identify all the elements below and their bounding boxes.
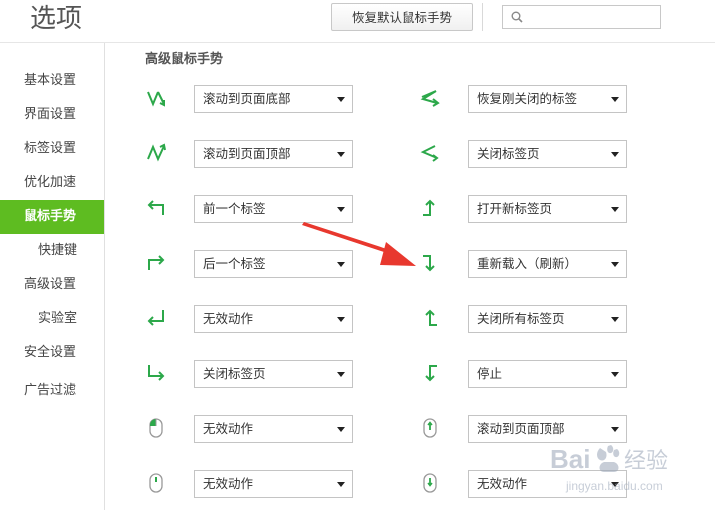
select-value: 打开新标签页	[477, 201, 553, 216]
header-bar: 选项 恢复默认鼠标手势	[0, 0, 715, 43]
sidebar-item-ad-filter[interactable]: 广告过滤	[0, 374, 104, 408]
select-value: 无效动作	[477, 476, 528, 491]
chevron-down-icon	[611, 427, 619, 432]
chevron-down-icon	[337, 152, 345, 157]
svg-text:Bai: Bai	[550, 444, 590, 474]
left-arrow-gesture-icon	[147, 200, 164, 215]
gesture-action-select[interactable]: 关闭所有标签页	[468, 305, 627, 333]
select-value: 重新载入（刷新）	[477, 256, 578, 271]
up-down-gesture-icon	[147, 143, 166, 162]
sidebar-item-lab[interactable]: 实验室	[0, 302, 104, 336]
sidebar-item-label: 鼠标手势	[24, 209, 77, 224]
sidebar-item-label: 基本设置	[24, 73, 77, 88]
down-left-gesture-icon	[425, 365, 437, 382]
select-value: 关闭所有标签页	[477, 311, 565, 326]
annotation-arrow	[302, 222, 416, 266]
select-value: 后一个标签	[203, 256, 266, 271]
chevron-down-icon	[611, 372, 619, 377]
select-value: 无效动作	[203, 476, 254, 491]
sidebar-item-shortcuts[interactable]: 快捷键	[0, 234, 104, 268]
gesture-action-select[interactable]: 停止	[468, 360, 627, 388]
gesture-action-select[interactable]: 滚动到页面底部	[194, 85, 353, 113]
up-right-gesture-icon	[423, 199, 435, 216]
mouse-wheel-up-icon	[423, 418, 437, 438]
sidebar-item-basic[interactable]: 基本设置	[0, 64, 104, 98]
sidebar: 基本设置 界面设置 标签设置 优化加速 鼠标手势 快捷键 高级设置 实验室 安全…	[0, 43, 105, 510]
right-arrow-gesture-icon	[148, 255, 165, 270]
sidebar-item-label: 优化加速	[24, 175, 77, 190]
right-down-gesture-icon	[423, 255, 435, 272]
chevron-down-icon	[611, 317, 619, 322]
chevron-down-icon	[611, 152, 619, 157]
sidebar-item-label: 界面设置	[24, 107, 77, 122]
gesture-action-select[interactable]: 滚动到页面顶部	[194, 140, 353, 168]
gesture-action-select[interactable]: 无效动作	[194, 470, 353, 498]
gesture-action-select[interactable]: 恢复刚关闭的标签	[468, 85, 627, 113]
header-divider	[482, 3, 483, 31]
down-up-gesture-icon	[147, 91, 165, 107]
chevron-down-icon	[337, 97, 345, 102]
mouse-wheel-down-icon	[423, 473, 437, 493]
return-left-gesture-icon	[147, 310, 164, 326]
chevron-down-icon	[337, 427, 345, 432]
baidu-jingyan-watermark-logo: Bai 经验 jingyan.baidu.com	[550, 444, 668, 493]
search-input[interactable]	[527, 8, 659, 28]
select-value: 停止	[477, 366, 503, 381]
sidebar-item-label: 安全设置	[24, 345, 77, 360]
select-value: 无效动作	[203, 421, 254, 436]
mouse-left-button-icon	[149, 418, 163, 438]
sidebar-item-acceleration[interactable]: 优化加速	[0, 166, 104, 200]
reset-default-gestures-button[interactable]: 恢复默认鼠标手势	[331, 3, 473, 31]
sidebar-item-security[interactable]: 安全设置	[0, 336, 104, 370]
down-right-gesture-icon	[148, 365, 165, 381]
sidebar-item-mouse-gestures[interactable]: 鼠标手势	[0, 200, 104, 234]
chevron-down-icon	[337, 482, 345, 487]
gesture-action-select[interactable]: 重新载入（刷新）	[468, 250, 627, 278]
sidebar-item-interface[interactable]: 界面设置	[0, 98, 104, 132]
sidebar-item-advanced[interactable]: 高级设置	[0, 268, 104, 302]
gesture-action-select[interactable]: 关闭标签页	[194, 360, 353, 388]
sidebar-item-tabs[interactable]: 标签设置	[0, 132, 104, 166]
select-value: 无效动作	[203, 311, 254, 326]
section-title: 高级鼠标手势	[145, 52, 224, 67]
chevron-down-icon	[611, 262, 619, 267]
svg-text:jingyan.baidu.com: jingyan.baidu.com	[565, 479, 663, 493]
gesture-action-select[interactable]: 打开新标签页	[468, 195, 627, 223]
right-left-gesture-icon	[420, 90, 440, 107]
left-right-gesture-icon	[420, 145, 439, 162]
page-title: 选项	[30, 4, 83, 34]
svg-text:经验: 经验	[624, 449, 668, 474]
sidebar-item-label: 广告过滤	[24, 383, 77, 398]
chevron-down-icon	[337, 207, 345, 212]
chevron-down-icon	[337, 372, 345, 377]
gesture-action-select[interactable]: 无效动作	[194, 415, 353, 443]
chevron-down-icon	[611, 207, 619, 212]
select-value: 滚动到页面顶部	[477, 421, 565, 436]
sidebar-item-label: 标签设置	[24, 141, 77, 156]
up-left-gesture-icon	[425, 309, 437, 326]
search-icon	[511, 11, 523, 23]
sidebar-item-label: 高级设置	[24, 277, 77, 292]
select-value: 关闭标签页	[203, 366, 266, 381]
select-value: 滚动到页面顶部	[203, 146, 291, 161]
search-box[interactable]	[502, 5, 661, 29]
gesture-action-select[interactable]: 关闭标签页	[468, 140, 627, 168]
select-value: 滚动到页面底部	[203, 91, 291, 106]
chevron-down-icon	[611, 97, 619, 102]
select-value: 关闭标签页	[477, 146, 540, 161]
select-value: 前一个标签	[203, 201, 266, 216]
sidebar-item-label: 快捷键	[38, 243, 78, 258]
gesture-action-select[interactable]: 前一个标签	[194, 195, 353, 223]
sidebar-item-label: 实验室	[38, 311, 78, 326]
chevron-down-icon	[337, 317, 345, 322]
gesture-action-select[interactable]: 无效动作	[194, 305, 353, 333]
select-value: 恢复刚关闭的标签	[477, 91, 578, 106]
mouse-wheel-icon	[149, 473, 163, 493]
